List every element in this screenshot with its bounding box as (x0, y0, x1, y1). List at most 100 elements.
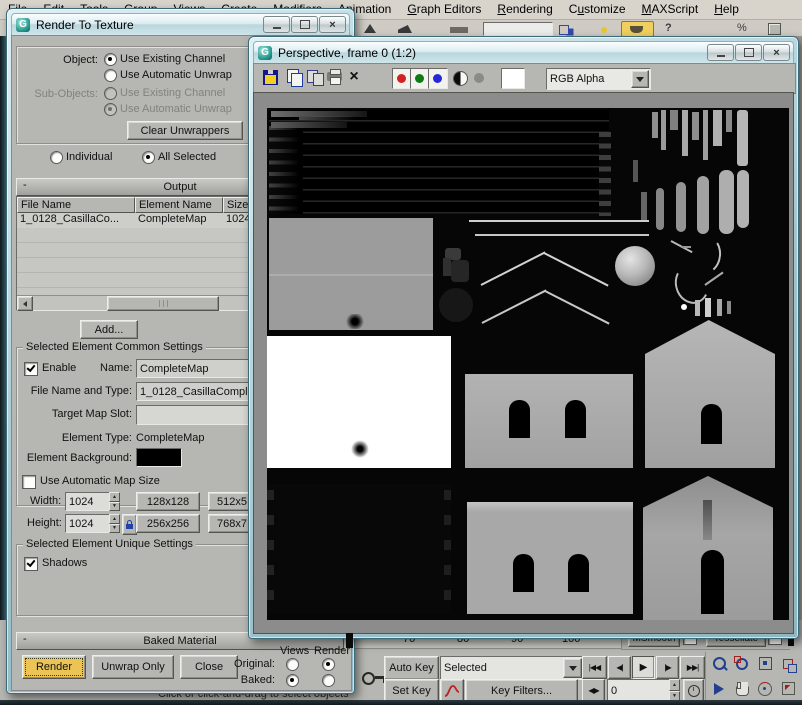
baked-material-title: Baked Material (143, 635, 216, 647)
mirror-arrow-icon[interactable] (364, 24, 376, 33)
zoom-extents-icon[interactable] (754, 652, 776, 675)
zoom-extents-all-icon[interactable] (777, 652, 799, 675)
red-dot-icon (397, 74, 406, 83)
save-bitmap-icon[interactable] (263, 70, 278, 85)
element-background-swatch[interactable] (136, 448, 182, 467)
all-selected-radio[interactable] (142, 151, 155, 164)
texture-gray-tile (269, 218, 433, 330)
channel-dropdown-arrow[interactable] (631, 70, 649, 88)
height-spinner[interactable]: ▲▼ (109, 514, 120, 533)
current-frame-field[interactable]: 0 (607, 679, 675, 702)
texture-wall-two-windows (465, 374, 633, 468)
pan-hand-icon[interactable] (731, 677, 753, 700)
baked-render-radio[interactable] (322, 674, 335, 687)
zoom-icon[interactable] (708, 652, 730, 675)
named-selection-combo[interactable] (483, 22, 553, 36)
add-button[interactable]: Add... (80, 320, 138, 339)
texture-wall-two-windows-2 (467, 502, 633, 614)
minimize-icon (717, 55, 725, 57)
auto-map-size-checkbox[interactable] (22, 475, 36, 489)
max-logo-icon: G (258, 46, 272, 60)
object-auto-radio[interactable] (104, 69, 117, 82)
width-spinner[interactable]: ▲▼ (109, 492, 120, 511)
arc-rotate-icon[interactable] (754, 677, 776, 700)
auto-key-button[interactable]: Auto Key (384, 656, 439, 680)
size-256-button[interactable]: 256x256 (136, 514, 200, 533)
minimize-icon (273, 27, 281, 29)
minimize-button[interactable] (707, 44, 734, 61)
alpha-channel-icon[interactable] (453, 71, 468, 86)
individual-label: Individual (66, 151, 112, 164)
selection-set-arrow[interactable] (563, 658, 582, 678)
clear-x-icon[interactable]: × (346, 68, 362, 86)
menu-graph-editors[interactable]: Graph Editors (399, 1, 489, 18)
scroll-thumb[interactable] (107, 296, 219, 311)
maximize-viewport-icon[interactable] (777, 677, 799, 700)
print-icon[interactable] (327, 72, 342, 81)
rfw-title-bar[interactable]: G Perspective, frame 0 (1:2) × (253, 41, 794, 64)
key-filters-button[interactable]: Key Filters... (465, 679, 578, 702)
copy-bitmap-icon[interactable] (287, 69, 299, 83)
menu-help[interactable]: Help (706, 1, 747, 18)
help-question-icon[interactable]: ? (665, 22, 672, 35)
texture-dark-circle (439, 288, 473, 322)
clear-unwrappers-button[interactable]: Clear Unwrappers (127, 121, 243, 140)
size-lock-button[interactable] (122, 514, 137, 535)
render-teapot-button[interactable] (621, 21, 654, 37)
menu-customize[interactable]: Customize (561, 1, 634, 18)
key-mode-toggle-button[interactable]: ◀▶ (582, 679, 605, 702)
menu-maxscript[interactable]: MAXScript (634, 1, 707, 18)
time-configuration-button[interactable] (683, 679, 704, 702)
zoom-all-icon[interactable] (731, 652, 753, 675)
selection-set-dropdown[interactable]: Selected (440, 656, 584, 680)
height-field[interactable]: 1024 (65, 514, 115, 533)
layer-squares-icon[interactable] (559, 25, 569, 35)
shadows-checkbox[interactable] (24, 557, 38, 571)
go-to-start-button[interactable]: |◀◀ (582, 656, 607, 679)
render-dialog-box-icon[interactable] (768, 23, 781, 35)
chevron-down-icon (636, 77, 644, 82)
close-button[interactable]: × (319, 16, 346, 33)
green-channel-button[interactable] (410, 68, 430, 89)
blue-channel-button[interactable] (428, 68, 448, 89)
spinner-up-icon[interactable]: ▲ (669, 679, 680, 691)
column-header-file-name[interactable]: File Name (17, 197, 135, 213)
minimize-button[interactable] (263, 16, 290, 33)
channel-display-value: RGB Alpha (550, 73, 604, 85)
original-render-radio[interactable] (322, 658, 335, 671)
monochrome-icon[interactable] (474, 73, 484, 83)
rtt-title-bar[interactable]: G Render To Texture × (11, 13, 350, 36)
frame-spinner[interactable]: ▲▼ (669, 679, 680, 702)
render-button[interactable]: Render (22, 655, 86, 679)
original-views-radio[interactable] (286, 658, 299, 671)
scroll-left-arrow[interactable] (17, 296, 33, 311)
align-icon[interactable] (450, 27, 468, 33)
maximize-icon (744, 48, 754, 57)
size-128-button[interactable]: 128x128 (136, 492, 200, 511)
object-auto-label: Use Automatic Unwrap (120, 69, 232, 82)
go-to-end-button[interactable]: ▶▶| (680, 656, 705, 679)
individual-radio[interactable] (50, 151, 63, 164)
baked-views-radio[interactable] (286, 674, 299, 687)
previous-frame-button[interactable]: ◀| (608, 656, 631, 679)
channel-display-dropdown[interactable]: RGB Alpha (546, 68, 651, 90)
red-channel-button[interactable] (392, 68, 412, 89)
width-field[interactable]: 1024 (65, 492, 115, 511)
background-color-swatch[interactable] (501, 68, 525, 89)
enable-checkbox[interactable] (24, 362, 38, 376)
views-header: Views (280, 645, 309, 658)
object-existing-radio[interactable] (104, 53, 117, 66)
unwrap-only-button[interactable]: Unwrap Only (92, 655, 174, 679)
close-button[interactable]: × (763, 44, 790, 61)
maximize-button[interactable] (735, 44, 762, 61)
set-key-curve-button[interactable] (440, 679, 464, 702)
menu-rendering[interactable]: Rendering (489, 1, 560, 18)
snap-arrow-icon[interactable] (398, 25, 412, 33)
play-button[interactable]: ▶ (632, 656, 655, 679)
column-header-element-name[interactable]: Element Name (135, 197, 223, 213)
set-key-button[interactable]: Set Key (384, 679, 439, 702)
next-frame-button[interactable]: |▶ (656, 656, 679, 679)
field-of-view-icon[interactable] (708, 677, 730, 700)
clone-window-icon[interactable] (307, 70, 323, 84)
maximize-button[interactable] (291, 16, 318, 33)
